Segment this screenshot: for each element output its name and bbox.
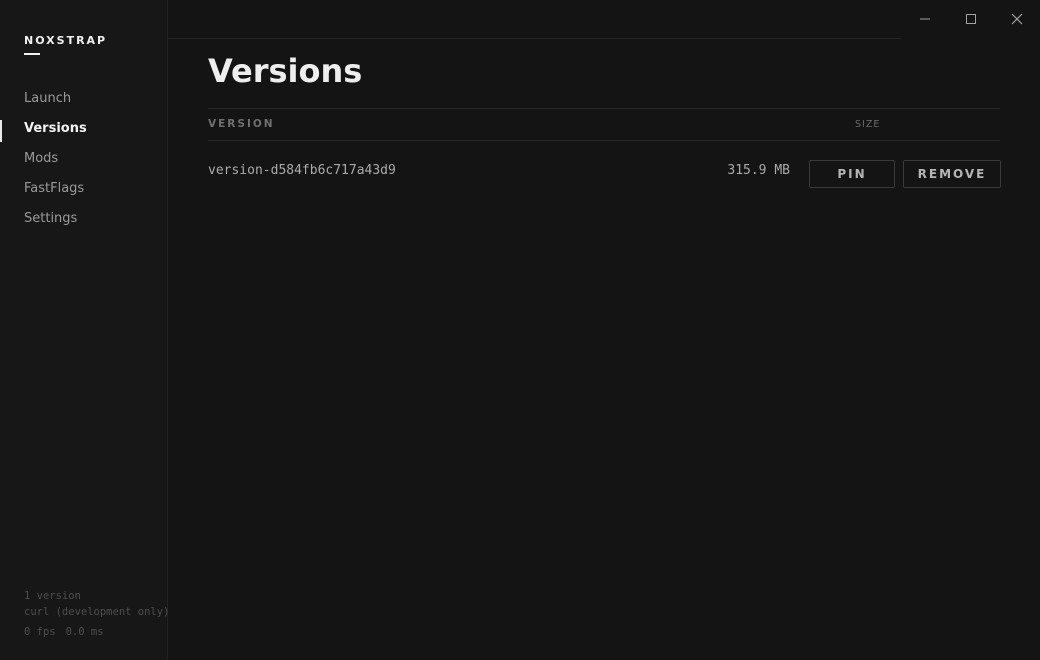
column-header-version: VERSION — [208, 118, 275, 130]
page-title: Versions — [208, 52, 363, 90]
remove-button[interactable]: REMOVE — [903, 160, 1001, 188]
app-brand: NOXSTRAP — [24, 34, 108, 47]
sidebar-nav: Launch Versions Mods FastFlags Settings — [0, 84, 167, 234]
version-count-text: 1 version — [24, 590, 81, 602]
close-icon — [1011, 13, 1023, 25]
perf-stats: 0 fps 0.0 ms — [24, 624, 169, 640]
brand-underline — [24, 53, 40, 55]
sidebar-footer: 1 version curl (development only) 0 fps 0… — [24, 588, 169, 640]
table-divider-top — [208, 108, 1000, 109]
sidebar-item-launch[interactable]: Launch — [0, 84, 167, 114]
frame-time-text: 0.0 ms — [65, 626, 104, 638]
column-header-size: SIZE — [855, 119, 881, 130]
version-size: 315.9 MB — [727, 163, 790, 178]
sidebar-item-mods[interactable]: Mods — [0, 144, 167, 174]
titlebar-divider — [168, 38, 901, 39]
maximize-icon — [966, 14, 976, 24]
version-name: version-d584fb6c717a43d9 — [208, 163, 396, 178]
sidebar-item-settings[interactable]: Settings — [0, 204, 167, 234]
close-button[interactable] — [997, 4, 1037, 34]
sidebar-item-fastflags[interactable]: FastFlags — [0, 174, 167, 204]
minimize-icon — [920, 18, 930, 20]
sidebar-item-versions[interactable]: Versions — [0, 114, 167, 144]
pin-button[interactable]: PIN — [809, 160, 895, 188]
table-divider-header — [208, 140, 1000, 141]
backend-text: curl (development only) — [24, 606, 170, 618]
fps-text: 0 fps — [24, 626, 56, 638]
minimize-button[interactable] — [905, 4, 945, 34]
sidebar: NOXSTRAP Launch Versions Mods FastFlags … — [0, 0, 169, 660]
maximize-button[interactable] — [951, 4, 991, 34]
